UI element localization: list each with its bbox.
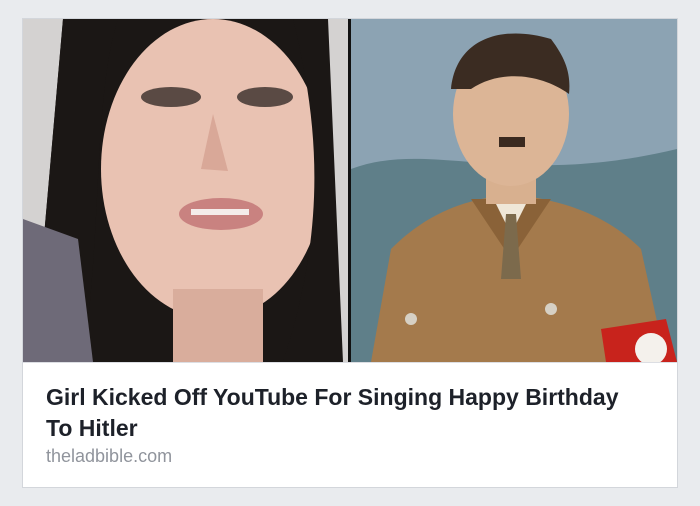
preview-image[interactable] — [23, 19, 677, 362]
link-caption[interactable]: Girl Kicked Off YouTube For Singing Happ… — [23, 362, 677, 487]
left-photo — [23, 19, 348, 362]
link-preview-card[interactable]: Girl Kicked Off YouTube For Singing Happ… — [22, 18, 678, 488]
right-photo-illustration — [351, 19, 677, 362]
right-photo — [351, 19, 677, 362]
link-domain: theladbible.com — [46, 446, 173, 466]
left-photo-illustration — [23, 19, 348, 362]
link-headline[interactable]: Girl Kicked Off YouTube For Singing Happ… — [46, 382, 646, 444]
